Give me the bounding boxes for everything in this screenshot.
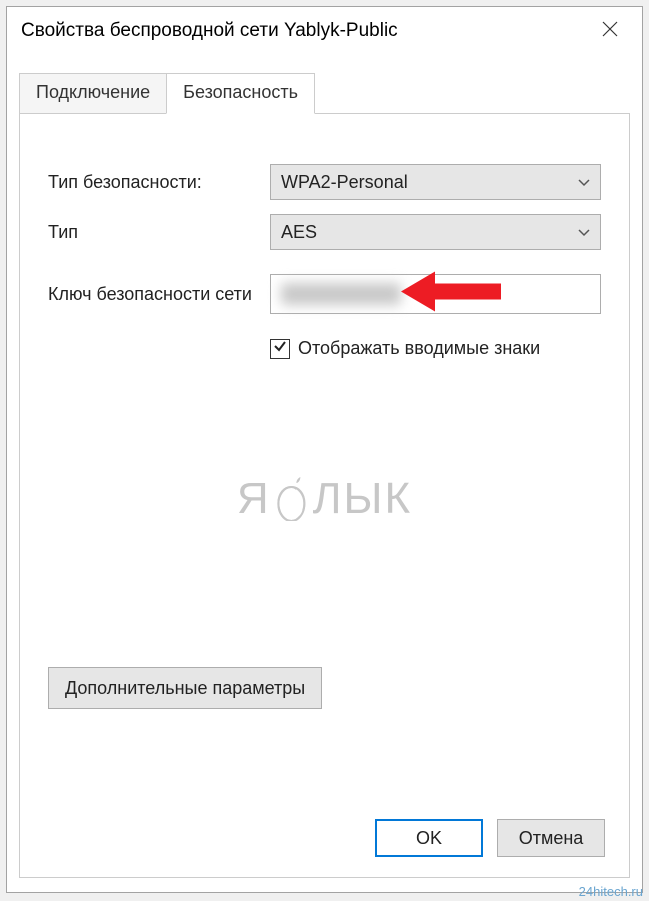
- cancel-button[interactable]: Отмена: [497, 819, 605, 857]
- chevron-down-icon: [578, 174, 590, 190]
- close-button[interactable]: [588, 9, 632, 53]
- check-icon: [273, 339, 287, 358]
- select-security-type-value: WPA2-Personal: [281, 172, 408, 193]
- tab-security-label: Безопасность: [183, 82, 298, 102]
- tab-connection-label: Подключение: [36, 82, 150, 102]
- row-show-characters: Отображать вводимые знаки: [270, 338, 601, 359]
- advanced-settings-button[interactable]: Дополнительные параметры: [48, 667, 322, 709]
- dialog-button-bar: OK Отмена: [375, 819, 605, 857]
- security-panel: Тип безопасности: WPA2-Personal Тип AES …: [19, 113, 630, 878]
- checkbox-show-characters[interactable]: [270, 339, 290, 359]
- tab-connection[interactable]: Подключение: [19, 73, 167, 113]
- cancel-button-label: Отмена: [519, 828, 584, 849]
- input-network-key[interactable]: [270, 274, 601, 314]
- obscured-password-value: [281, 283, 401, 305]
- window-title: Свойства беспроводной сети Yablyk-Public: [21, 20, 588, 42]
- select-encryption-type[interactable]: AES: [270, 214, 601, 250]
- row-network-key: Ключ безопасности сети: [48, 274, 601, 314]
- advanced-settings-label: Дополнительные параметры: [65, 678, 305, 699]
- select-encryption-type-value: AES: [281, 222, 317, 243]
- annotation-arrow: [401, 270, 501, 319]
- label-encryption-type: Тип: [48, 222, 270, 243]
- titlebar: Свойства беспроводной сети Yablyk-Public: [7, 7, 642, 55]
- row-encryption-type: Тип AES: [48, 214, 601, 250]
- select-security-type[interactable]: WPA2-Personal: [270, 164, 601, 200]
- close-icon: [602, 20, 618, 43]
- site-watermark: 24hitech.ru: [579, 884, 643, 899]
- chevron-down-icon: [578, 224, 590, 240]
- ok-button-label: OK: [416, 828, 442, 849]
- watermark-logo: Я ЛЫК: [237, 474, 412, 524]
- tab-strip: Подключение Безопасность: [19, 73, 642, 113]
- label-security-type: Тип безопасности:: [48, 172, 270, 193]
- apple-icon: [273, 477, 311, 521]
- ok-button[interactable]: OK: [375, 819, 483, 857]
- dialog-window: Свойства беспроводной сети Yablyk-Public…: [6, 6, 643, 893]
- label-show-characters: Отображать вводимые знаки: [298, 338, 540, 359]
- row-security-type: Тип безопасности: WPA2-Personal: [48, 164, 601, 200]
- label-network-key: Ключ безопасности сети: [48, 284, 270, 305]
- tab-security[interactable]: Безопасность: [166, 73, 315, 114]
